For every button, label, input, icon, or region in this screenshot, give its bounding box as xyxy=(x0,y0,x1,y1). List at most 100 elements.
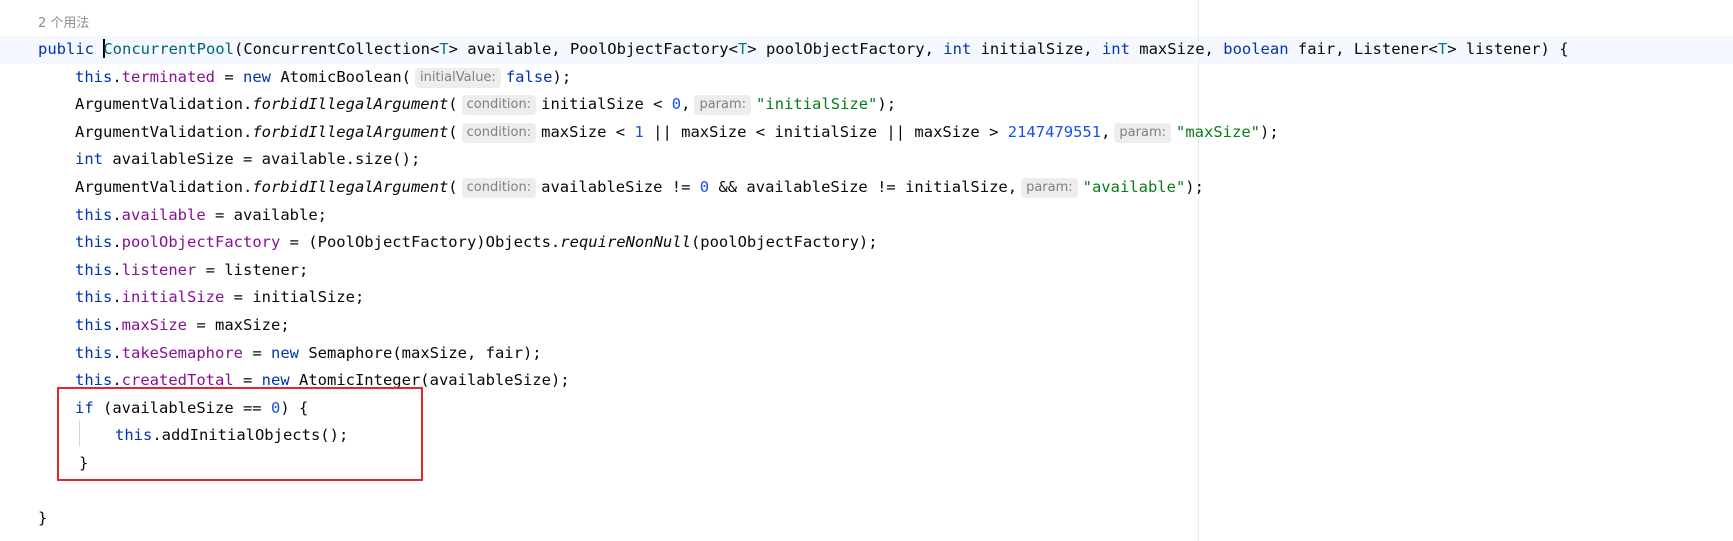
field-name: poolObjectFactory xyxy=(121,233,281,252)
code-text: = listener; xyxy=(196,260,309,279)
number-literal: 0 xyxy=(699,177,710,196)
code-text: , xyxy=(1101,122,1111,141)
code-line[interactable]: this.available = available; xyxy=(0,202,1733,230)
code-text: = (PoolObjectFactory)Objects. xyxy=(280,233,561,252)
code-text: ( xyxy=(448,122,458,141)
keyword: int xyxy=(1101,40,1130,58)
keyword: new xyxy=(243,67,271,86)
code-text: ArgumentValidation. xyxy=(75,122,253,141)
code-line-blank[interactable] xyxy=(0,478,1733,506)
keyword: this xyxy=(75,205,113,224)
code-text: maxSize, xyxy=(1129,40,1224,58)
code-line[interactable]: ArgumentValidation.forbidIllegalArgument… xyxy=(0,91,1733,119)
code-text: . xyxy=(112,67,122,86)
code-text: = available; xyxy=(205,205,327,224)
code-text: > poolObjectFactory, xyxy=(747,40,944,58)
code-line[interactable]: this.terminated = new AtomicBoolean(init… xyxy=(0,64,1733,92)
annotation-highlight-box xyxy=(57,387,423,481)
code-line[interactable]: this.listener = listener; xyxy=(0,257,1733,285)
code-text: AtomicBoolean( xyxy=(271,67,411,86)
code-text: ); xyxy=(877,95,897,114)
keyword: this xyxy=(75,260,113,279)
method-name: forbidIllegalArgument xyxy=(252,95,449,114)
usage-count-hint[interactable]: 2 个用法 xyxy=(38,12,89,31)
code-text: availableSize = available.size(); xyxy=(103,150,421,169)
code-text: = xyxy=(243,343,271,362)
code-text: > listener) { xyxy=(1447,40,1569,58)
code-text: ArgumentValidation. xyxy=(75,177,253,196)
field-name: maxSize xyxy=(121,315,187,334)
keyword: int xyxy=(943,40,972,58)
method-name: forbidIllegalArgument xyxy=(252,122,449,141)
keyword: false xyxy=(505,67,553,86)
keyword: this xyxy=(75,288,113,307)
code-line[interactable]: this.initialSize = initialSize; xyxy=(0,284,1733,312)
code-text: . xyxy=(112,315,122,334)
method-name: forbidIllegalArgument xyxy=(252,177,449,196)
number-literal: 1 xyxy=(634,122,644,141)
parameter-hint: condition: xyxy=(461,95,537,116)
number-literal: 0 xyxy=(671,95,682,114)
code-text: . xyxy=(112,343,122,362)
code-text: ); xyxy=(552,67,572,86)
code-text: (ConcurrentCollection< xyxy=(233,40,440,58)
code-text: = xyxy=(215,67,243,86)
code-line[interactable]: this.takeSemaphore = new Semaphore(maxSi… xyxy=(0,340,1733,368)
field-name: listener xyxy=(121,260,197,279)
constructor-name[interactable]: ConcurrentPool xyxy=(103,40,234,58)
string-literal: "maxSize" xyxy=(1176,122,1260,141)
parameter-hint: initialValue: xyxy=(414,67,501,88)
code-text: > available, PoolObjectFactory< xyxy=(448,40,738,58)
code-line[interactable]: this.poolObjectFactory = (PoolObjectFact… xyxy=(0,229,1733,257)
code-line[interactable]: ArgumentValidation.forbidIllegalArgument… xyxy=(0,119,1733,147)
field-name: takeSemaphore xyxy=(121,343,243,362)
field-name: initialSize xyxy=(121,288,225,307)
keyword: this xyxy=(75,233,113,252)
parameter-hint: condition: xyxy=(461,122,537,143)
code-text: , xyxy=(681,95,691,114)
type-param: T xyxy=(737,40,748,58)
keyword: int xyxy=(75,150,103,169)
keyword: public xyxy=(38,40,104,58)
code-text: ( xyxy=(448,95,458,114)
code-line[interactable]: } xyxy=(0,505,1733,533)
parameter-hint: param: xyxy=(1021,177,1078,198)
code-line-constructor-signature[interactable]: public ConcurrentPool(ConcurrentCollecti… xyxy=(0,36,1733,64)
code-text: && availableSize != initialSize, xyxy=(709,177,1018,196)
code-text: (poolObjectFactory); xyxy=(690,233,878,252)
parameter-hint: param: xyxy=(1114,122,1171,143)
type-param: T xyxy=(1437,40,1448,58)
code-text: = maxSize; xyxy=(187,315,290,334)
parameter-hint: param: xyxy=(694,95,752,116)
string-literal: "initialSize" xyxy=(756,95,878,114)
code-text: = initialSize; xyxy=(224,288,365,307)
code-text: fair, Listener< xyxy=(1288,40,1438,58)
code-text: initialSize, xyxy=(971,40,1102,58)
code-text: ArgumentValidation. xyxy=(75,95,253,114)
code-text: maxSize < xyxy=(541,122,635,141)
code-line[interactable]: ArgumentValidation.forbidIllegalArgument… xyxy=(0,174,1733,202)
keyword: boolean xyxy=(1223,40,1289,58)
code-text: ); xyxy=(1260,122,1279,141)
number-literal: 2147479551 xyxy=(1007,122,1102,141)
code-text: Semaphore(maxSize, fair); xyxy=(299,343,542,362)
closing-brace: } xyxy=(38,509,48,528)
field-name: available xyxy=(121,205,206,224)
keyword: new xyxy=(271,343,299,362)
keyword: this xyxy=(75,343,113,362)
code-line[interactable]: int availableSize = available.size(); xyxy=(0,146,1733,174)
code-text: ( xyxy=(448,177,458,196)
keyword: this xyxy=(75,315,113,334)
method-name: requireNonNull xyxy=(560,233,691,252)
code-text: . xyxy=(112,260,122,279)
string-literal: "available" xyxy=(1082,177,1186,196)
parameter-hint: condition: xyxy=(461,177,537,198)
code-text: . xyxy=(112,288,122,307)
keyword: this xyxy=(75,67,113,86)
field-name: terminated xyxy=(121,67,215,86)
code-line[interactable]: this.maxSize = maxSize; xyxy=(0,312,1733,340)
code-text: availableSize != xyxy=(541,177,700,196)
code-text: . xyxy=(112,205,122,224)
code-text: initialSize < xyxy=(541,95,672,114)
code-text: || maxSize < initialSize || maxSize > xyxy=(643,122,1008,141)
